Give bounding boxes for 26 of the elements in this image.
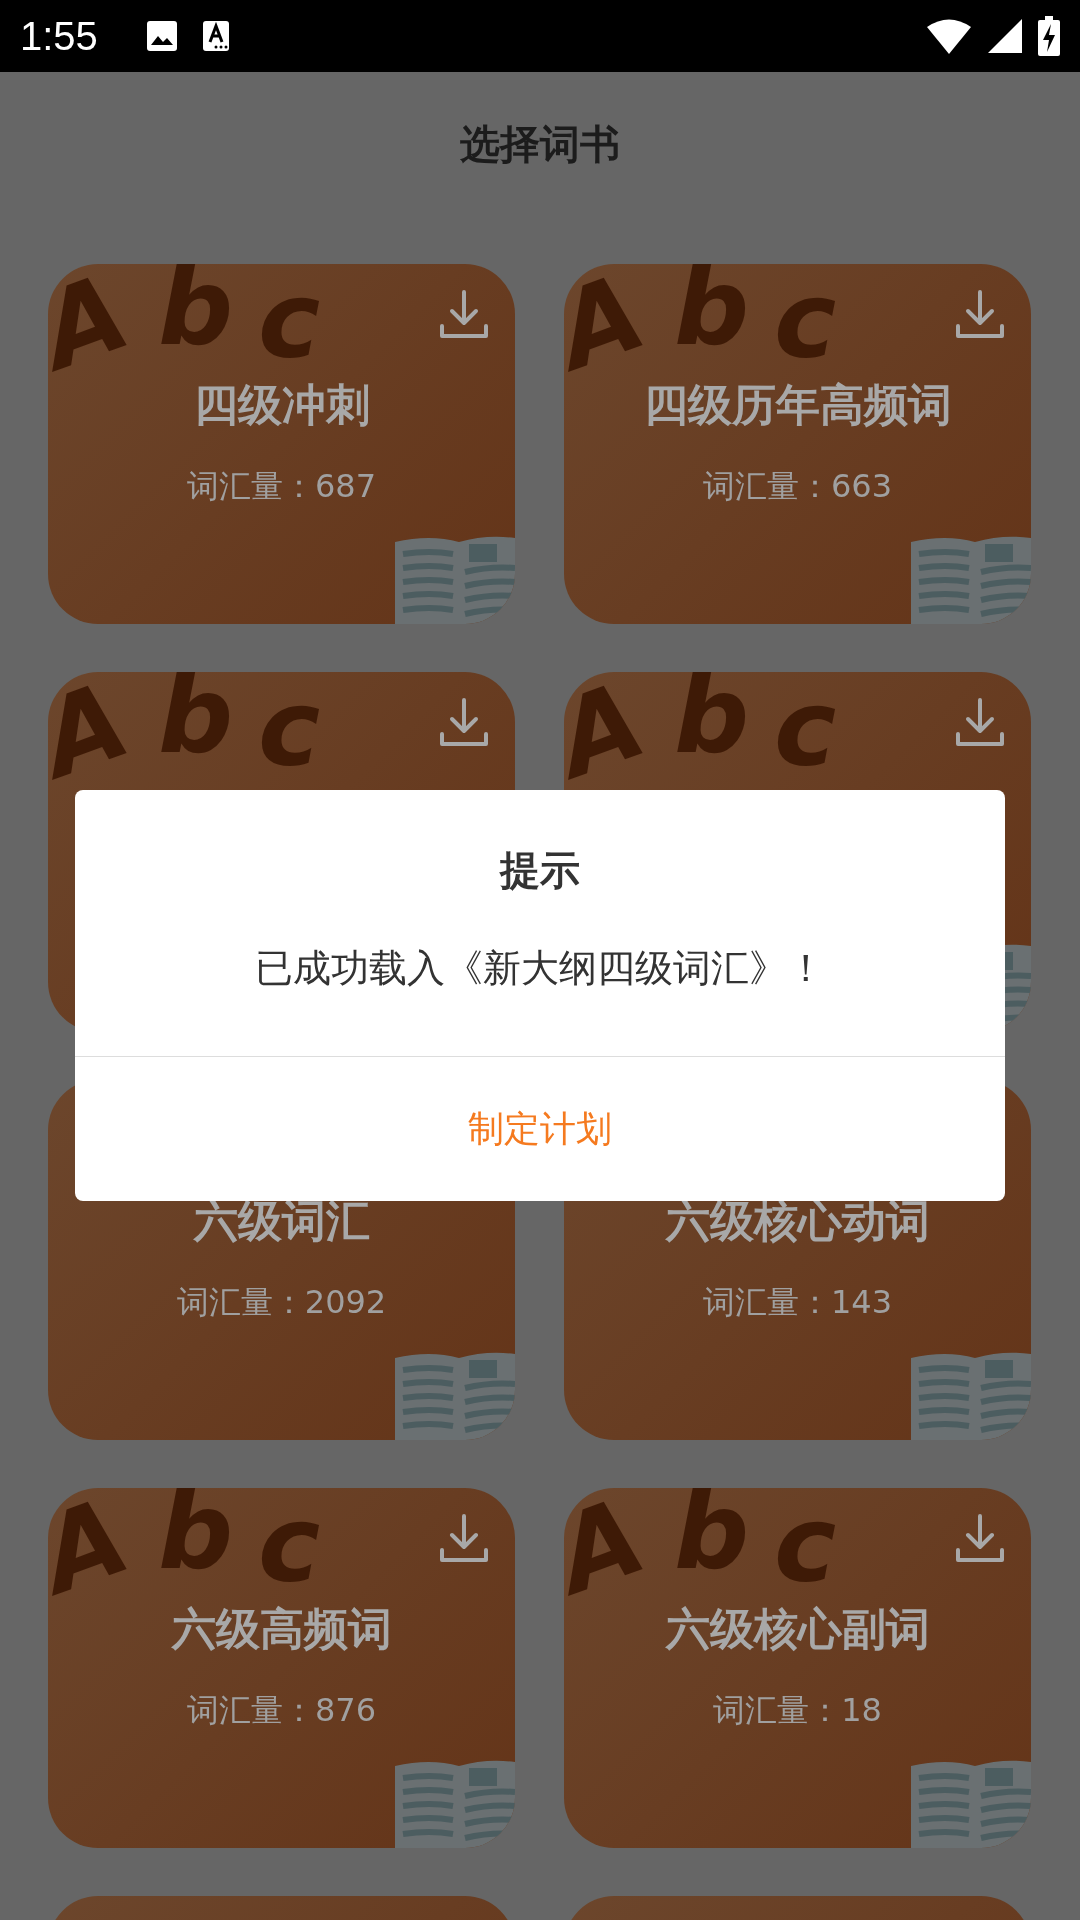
download-icon[interactable] — [439, 290, 489, 340]
word-count: 词汇量：143 — [702, 1282, 893, 1323]
word-count: 词汇量：18 — [713, 1690, 882, 1731]
book-title: 六级核心副词 — [665, 1602, 930, 1656]
download-icon[interactable] — [439, 698, 489, 748]
text-box-icon — [201, 20, 230, 52]
book-title: 四级历年高频词 — [643, 378, 952, 432]
clock-time: 1:55 — [20, 13, 98, 60]
word-count: 词汇量：2092 — [176, 1282, 387, 1323]
book-title: 六级高频词 — [171, 1602, 392, 1656]
word-count: 词汇量：687 — [186, 466, 377, 507]
word-count: 词汇量：876 — [186, 1690, 377, 1731]
download-icon[interactable] — [955, 698, 1005, 748]
page-title: 选择词书 — [460, 120, 620, 169]
book-title: 四级冲刺 — [193, 378, 370, 432]
battery-charging-icon — [1038, 16, 1060, 56]
dialog-message: 已成功载入《新大纲四级词汇》！ — [255, 946, 825, 990]
make-plan-button[interactable]: 制定计划 — [75, 1056, 1005, 1201]
download-icon[interactable] — [439, 1514, 489, 1564]
download-icon[interactable] — [955, 1514, 1005, 1564]
word-count: 词汇量：663 — [702, 466, 893, 507]
dialog-title: 提示 — [500, 847, 580, 893]
wifi-icon — [926, 18, 972, 54]
download-icon[interactable] — [955, 290, 1005, 340]
signal-icon — [988, 19, 1022, 53]
image-icon — [145, 20, 178, 52]
